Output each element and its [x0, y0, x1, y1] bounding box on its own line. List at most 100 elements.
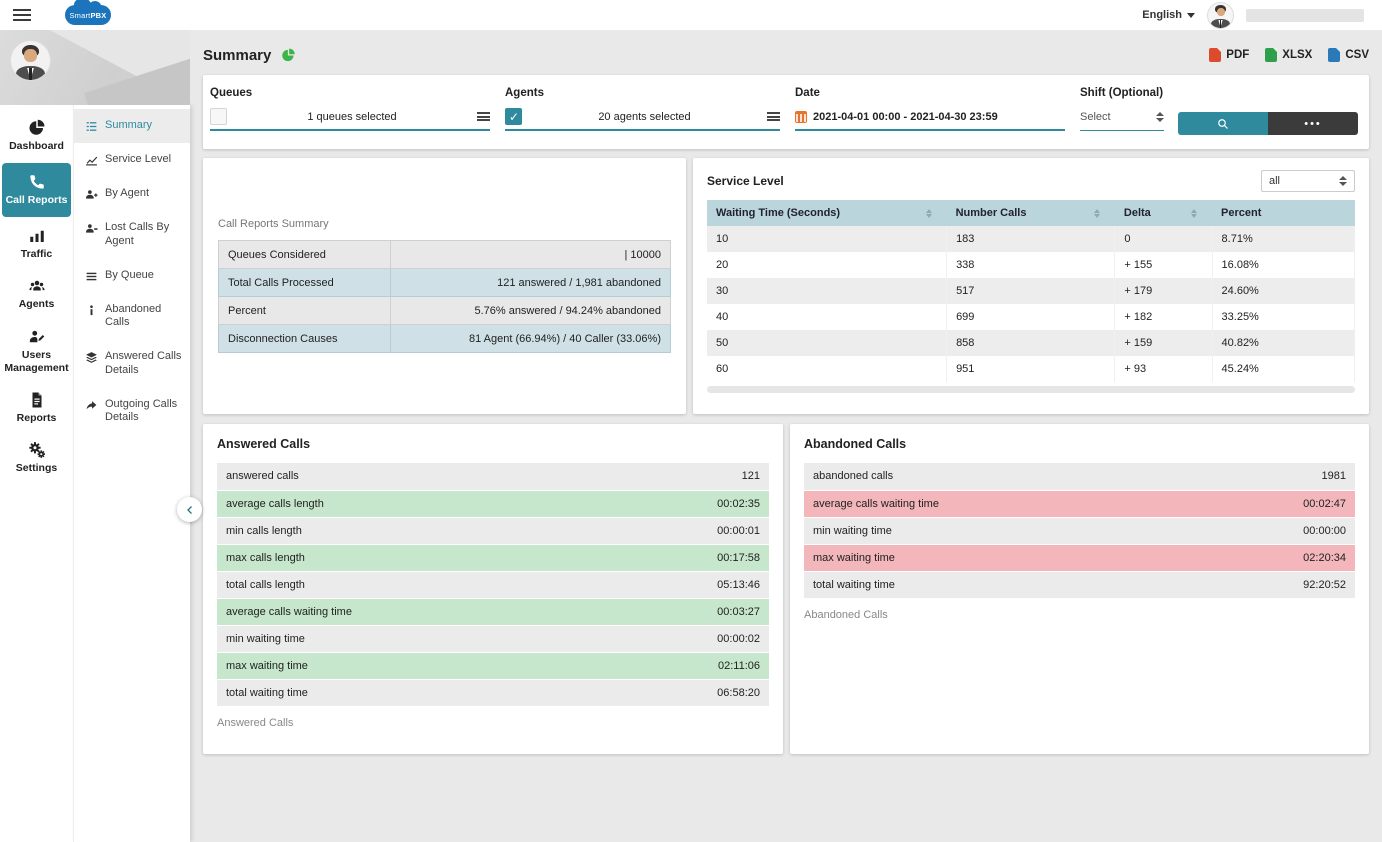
row-value: 00:02:35: [605, 490, 769, 517]
nav-item-answered-calls-details[interactable]: Answered Calls Details: [74, 340, 190, 388]
row-value: 00:00:00: [1191, 517, 1355, 544]
shift-filter-label: Shift (Optional): [1080, 87, 1164, 99]
call-reports-summary-card: Call Reports Summary Queues Considered |…: [203, 158, 686, 414]
sidebar-collapse-button[interactable]: [177, 497, 202, 522]
export-xlsx-button[interactable]: XLSX: [1265, 48, 1312, 62]
queues-selected-value: 1 queues selected: [227, 111, 477, 123]
date-range-picker[interactable]: 2021-04-01 00:00 - 2021-04-30 23:59: [795, 107, 1065, 131]
queues-checkbox[interactable]: [210, 108, 227, 125]
language-selector[interactable]: English: [1142, 9, 1195, 21]
row-value: 121: [605, 463, 769, 490]
row-value: | 10000: [391, 241, 671, 269]
main-content: Summary PDF XLSX CSV: [190, 30, 1382, 842]
brand-pbx: PBX: [90, 11, 106, 20]
cell-waiting-time: 50: [707, 330, 947, 356]
table-row: answered calls121: [217, 463, 769, 490]
hamburger-menu-icon[interactable]: [13, 9, 31, 21]
cell-delta: + 155: [1115, 252, 1212, 278]
table-row: 30517+ 17924.60%: [707, 278, 1355, 304]
table-row: 1018308.71%: [707, 226, 1355, 252]
service-level-title: Service Level: [707, 174, 784, 188]
report-file-icon: [28, 391, 46, 409]
table-row: abandoned calls1981: [804, 463, 1355, 490]
row-value: 02:20:34: [1191, 544, 1355, 571]
layers-icon: [85, 351, 98, 364]
user-avatar[interactable]: [1207, 2, 1234, 29]
nav-item-label: Outgoing Calls Details: [105, 398, 182, 426]
agents-filter-control[interactable]: 20 agents selected: [505, 107, 780, 131]
queues-list-icon[interactable]: [477, 112, 490, 121]
row-label: max calls length: [217, 544, 605, 571]
row-label: total waiting time: [217, 679, 605, 706]
secondary-nav: Summary Service Level By Agent Lost Call…: [73, 105, 190, 842]
cell-delta: + 182: [1115, 304, 1212, 330]
smartpbx-logo[interactable]: SmartPBX: [65, 5, 111, 25]
nav-item-label: By Queue: [105, 269, 154, 283]
search-icon: [1217, 118, 1229, 130]
horizontal-scrollbar[interactable]: [707, 386, 1355, 393]
cell-number-calls: 183: [947, 226, 1115, 252]
export-pdf-button[interactable]: PDF: [1209, 48, 1249, 62]
date-range-value: 2021-04-01 00:00 - 2021-04-30 23:59: [813, 111, 998, 123]
column-header-waiting-time[interactable]: Waiting Time (Seconds): [707, 200, 947, 226]
cell-number-calls: 858: [947, 330, 1115, 356]
sort-icon[interactable]: [1094, 209, 1100, 218]
sort-icon[interactable]: [1191, 209, 1197, 218]
filters-panel: Queues 1 queues selected Agents 20 agent…: [203, 75, 1369, 149]
column-header-percent[interactable]: Percent: [1212, 200, 1354, 226]
sidebar-item-traffic[interactable]: Traffic: [0, 219, 73, 269]
table-row: min calls length00:00:01: [217, 517, 769, 544]
cell-percent: 40.82%: [1212, 330, 1354, 356]
nav-item-by-queue[interactable]: By Queue: [74, 259, 190, 293]
sidebar-item-reports[interactable]: Reports: [0, 383, 73, 433]
abandoned-calls-table: abandoned calls1981 average calls waitin…: [804, 463, 1355, 599]
row-label: max waiting time: [217, 652, 605, 679]
export-csv-button[interactable]: CSV: [1328, 48, 1369, 62]
nav-item-summary[interactable]: Summary: [74, 109, 190, 143]
nav-item-abandoned-calls[interactable]: Abandoned Calls: [74, 293, 190, 341]
column-header-delta[interactable]: Delta: [1115, 200, 1212, 226]
sidebar-item-label: Users Management: [3, 349, 70, 375]
profile-banner: [0, 30, 190, 105]
language-label: English: [1142, 9, 1182, 21]
sidebar-item-dashboard[interactable]: Dashboard: [0, 111, 73, 161]
row-label: min waiting time: [804, 517, 1191, 544]
sort-icon[interactable]: [926, 209, 932, 218]
cell-percent: 8.71%: [1212, 226, 1354, 252]
agents-list-icon[interactable]: [767, 112, 780, 121]
service-level-filter-select[interactable]: all: [1261, 170, 1355, 192]
column-header-number-calls[interactable]: Number Calls: [947, 200, 1115, 226]
table-row: max calls length00:17:58: [217, 544, 769, 571]
sidebar-item-settings[interactable]: Settings: [0, 433, 73, 483]
nav-item-service-level[interactable]: Service Level: [74, 143, 190, 177]
call-reports-summary-title: Call Reports Summary: [218, 218, 671, 230]
row-label: Total Calls Processed: [219, 269, 391, 297]
search-button[interactable]: [1178, 112, 1268, 135]
answered-calls-title: Answered Calls: [217, 437, 769, 451]
sidebar-item-label: Settings: [16, 462, 57, 475]
chevron-left-icon: [184, 504, 196, 516]
nav-item-lost-calls-by-agent[interactable]: Lost Calls By Agent: [74, 211, 190, 259]
users-icon: [28, 277, 46, 295]
abandoned-calls-card: Abandoned Calls abandoned calls1981 aver…: [790, 424, 1369, 754]
table-row: Percent 5.76% answered / 94.24% abandone…: [219, 297, 671, 325]
profile-avatar[interactable]: [10, 40, 51, 81]
call-reports-summary-table: Queues Considered | 10000 Total Calls Pr…: [218, 240, 671, 353]
cell-number-calls: 951: [947, 356, 1115, 382]
more-options-button[interactable]: •••: [1268, 112, 1358, 135]
cell-waiting-time: 60: [707, 356, 947, 382]
export-xlsx-label: XLSX: [1282, 49, 1312, 61]
nav-item-outgoing-calls-details[interactable]: Outgoing Calls Details: [74, 388, 190, 436]
queues-filter-label: Queues: [210, 87, 490, 99]
sidebar: Dashboard Call Reports Traffic Agents Us…: [0, 30, 190, 842]
sidebar-item-call-reports[interactable]: Call Reports: [2, 163, 71, 217]
row-value: 00:17:58: [605, 544, 769, 571]
nav-item-by-agent[interactable]: By Agent: [74, 177, 190, 211]
sidebar-item-agents[interactable]: Agents: [0, 269, 73, 319]
sidebar-item-users-management[interactable]: Users Management: [0, 320, 73, 383]
queues-filter-control[interactable]: 1 queues selected: [210, 107, 490, 131]
agents-checkbox[interactable]: [505, 108, 522, 125]
sidebar-item-label: Agents: [19, 298, 55, 311]
queue-bars-icon: [85, 270, 98, 283]
shift-select[interactable]: Select: [1080, 107, 1164, 131]
